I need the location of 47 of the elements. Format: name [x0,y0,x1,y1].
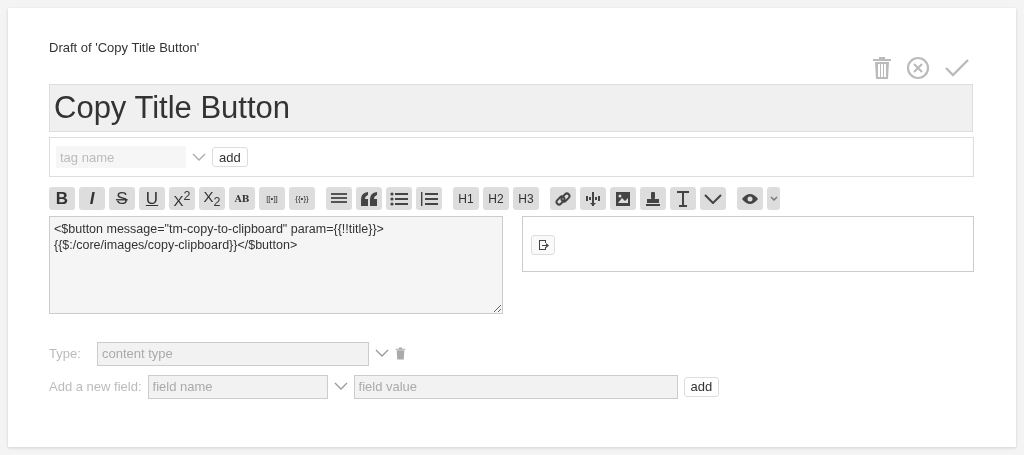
tag-name-field[interactable]: tag name [56,146,186,168]
toolbar-button[interactable] [670,187,696,210]
type-label: Type: [49,346,82,361]
toolbar-button[interactable]: AB [229,187,255,210]
link-icon [555,190,571,207]
text-editor[interactable]: <$button message="tm-copy-to-clipboard" param={{!!title}}> {{$:/core/images/copy-clipboard}}</$button> [49,216,503,314]
toolbar-button[interactable]: H3 [513,187,539,210]
toolbar-button[interactable]: B [49,187,75,210]
toolbar-button[interactable] [580,187,606,210]
toolbar-button[interactable] [416,187,442,210]
field-name-input[interactable]: field name [147,374,328,399]
title-field[interactable]: Copy Title Button [49,84,973,132]
draft-label: Draft of 'Copy Title Button' [49,40,200,55]
clipboard-icon [537,239,549,251]
toolbar-button[interactable]: I [79,187,105,210]
toolbar-button[interactable] [737,187,763,210]
toolbar-button[interactable]: H1 [453,187,479,210]
toolbar-button[interactable]: U [139,187,165,210]
toolbar-button[interactable]: X$^{2}$ [169,187,195,210]
toolbar-button[interactable] [326,187,352,210]
eye-icon [741,192,759,205]
toolbar-button[interactable] [386,187,412,210]
toolbar-button[interactable] [700,187,726,210]
caret-icon [769,195,778,202]
toolbar-button[interactable]: {{•}} [289,187,315,210]
dropdown-caret-icon[interactable] [375,349,389,358]
copy-clipboard-button[interactable] [531,235,555,255]
dropdown-caret-icon[interactable] [333,382,348,391]
toolbar-button[interactable] [550,187,576,210]
content-type-field[interactable]: content type [97,341,369,366]
new-field-label: Add a new field: [49,379,142,394]
image-icon [615,190,631,207]
stamp-icon [645,190,661,207]
numbered-list-icon [420,191,438,206]
toolbar-button[interactable]: H2 [483,187,509,210]
toolbar-button[interactable]: X$_{2}$ [199,187,225,210]
toolbar-button[interactable] [610,187,636,210]
add-tag-button[interactable]: add [212,147,248,167]
bullet-list-icon [390,191,408,206]
toolbar-button[interactable]: [[•]] [259,187,285,210]
caret-icon [704,193,722,204]
add-field-button[interactable]: add [683,376,720,397]
quote-icon [360,191,378,206]
field-value-input[interactable]: field value [353,374,678,399]
checkmark-icon[interactable] [944,57,970,79]
toolbar-button[interactable] [356,187,382,210]
toolbar-button[interactable] [640,187,666,210]
